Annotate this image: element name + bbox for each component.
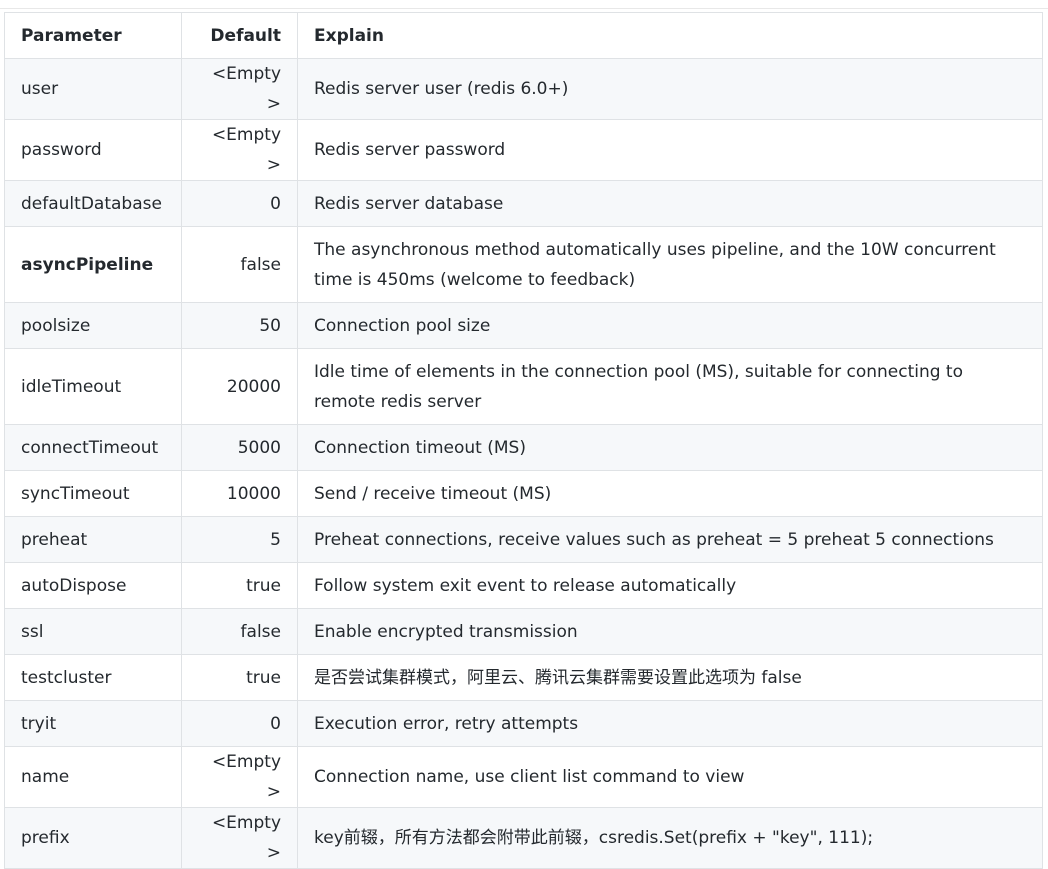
param-name: preheat	[4, 516, 182, 563]
param-name: prefix	[4, 807, 182, 869]
param-default: false	[181, 608, 298, 655]
table-row: syncTimeout 10000 Send / receive timeout…	[4, 470, 1043, 517]
table-row: name <Empty> Connection name, use client…	[4, 746, 1043, 808]
param-name: connectTimeout	[4, 424, 182, 471]
table-row: testcluster true 是否尝试集群模式，阿里云、腾讯云集群需要设置此…	[4, 654, 1043, 701]
param-explain: 是否尝试集群模式，阿里云、腾讯云集群需要设置此选项为 false	[297, 654, 1043, 701]
table-row: password <Empty> Redis server password	[4, 119, 1043, 181]
table-row: user <Empty> Redis server user (redis 6.…	[4, 58, 1043, 120]
table-body: user <Empty> Redis server user (redis 6.…	[4, 58, 1043, 869]
table-header: Parameter Default Explain	[4, 12, 1043, 59]
param-explain: Follow system exit event to release auto…	[297, 562, 1043, 609]
header-default: Default	[181, 12, 298, 59]
param-name: syncTimeout	[4, 470, 182, 517]
param-default: 20000	[181, 348, 298, 425]
param-explain: Redis server password	[297, 119, 1043, 181]
param-default: <Empty>	[181, 807, 298, 869]
param-default: true	[181, 562, 298, 609]
param-explain: Redis server database	[297, 180, 1043, 227]
parameters-table: Parameter Default Explain user <Empty> R…	[4, 12, 1043, 869]
table-row: connectTimeout 5000 Connection timeout (…	[4, 424, 1043, 471]
param-default: 0	[181, 180, 298, 227]
param-explain: Enable encrypted transmission	[297, 608, 1043, 655]
param-default: <Empty>	[181, 746, 298, 808]
param-name: testcluster	[4, 654, 182, 701]
param-explain: Connection pool size	[297, 302, 1043, 349]
table-row: asyncPipeline false The asynchronous met…	[4, 226, 1043, 303]
param-default: false	[181, 226, 298, 303]
table-row: preheat 5 Preheat connections, receive v…	[4, 516, 1043, 563]
param-name: defaultDatabase	[4, 180, 182, 227]
param-default: <Empty>	[181, 58, 298, 120]
header-parameter: Parameter	[4, 12, 182, 59]
table-row: tryit 0 Execution error, retry attempts	[4, 700, 1043, 747]
param-explain: Preheat connections, receive values such…	[297, 516, 1043, 563]
param-default: 10000	[181, 470, 298, 517]
param-explain: Send / receive timeout (MS)	[297, 470, 1043, 517]
param-default: 5	[181, 516, 298, 563]
table-row: ssl false Enable encrypted transmission	[4, 608, 1043, 655]
param-default: 0	[181, 700, 298, 747]
param-explain: Connection name, use client list command…	[297, 746, 1043, 808]
param-name: password	[4, 119, 182, 181]
table-row: poolsize 50 Connection pool size	[4, 302, 1043, 349]
param-name: user	[4, 58, 182, 120]
param-name: tryit	[4, 700, 182, 747]
param-default: <Empty>	[181, 119, 298, 181]
param-default: true	[181, 654, 298, 701]
param-default: 5000	[181, 424, 298, 471]
table-row: defaultDatabase 0 Redis server database	[4, 180, 1043, 227]
param-explain: Idle time of elements in the connection …	[297, 348, 1043, 425]
param-name: autoDispose	[4, 562, 182, 609]
table-row: idleTimeout 20000 Idle time of elements …	[4, 348, 1043, 425]
param-explain: Connection timeout (MS)	[297, 424, 1043, 471]
table-row: autoDispose true Follow system exit even…	[4, 562, 1043, 609]
param-name: ssl	[4, 608, 182, 655]
param-name: poolsize	[4, 302, 182, 349]
header-explain: Explain	[297, 12, 1043, 59]
header-row: Parameter Default Explain	[4, 12, 1043, 59]
param-name: asyncPipeline	[4, 226, 182, 303]
param-explain: key前辍，所有方法都会附带此前辍，csredis.Set(prefix + "…	[297, 807, 1043, 869]
param-default: 50	[181, 302, 298, 349]
param-explain: Redis server user (redis 6.0+)	[297, 58, 1043, 120]
param-name: idleTimeout	[4, 348, 182, 425]
param-name: name	[4, 746, 182, 808]
top-divider	[0, 8, 1048, 9]
param-explain: The asynchronous method automatically us…	[297, 226, 1043, 303]
table-row: prefix <Empty> key前辍，所有方法都会附带此前辍，csredis…	[4, 807, 1043, 869]
param-explain: Execution error, retry attempts	[297, 700, 1043, 747]
